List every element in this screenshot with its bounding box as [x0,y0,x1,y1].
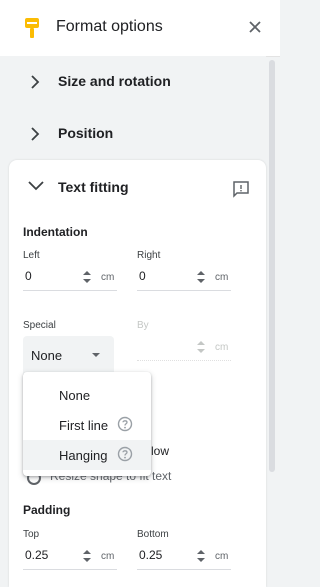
top-padding-label: Top [23,529,40,540]
bottom-padding-value[interactable]: 0.25 [139,548,162,562]
menu-item-label: None [59,388,91,403]
comment-icon[interactable] [232,180,250,198]
right-indent-field[interactable]: 0 cm [137,264,231,291]
menu-item-label: Hanging [59,448,108,463]
left-indent-value[interactable]: 0 [25,269,32,283]
section-position[interactable]: Position [0,108,266,160]
by-label: By [137,320,149,331]
help-icon[interactable] [117,416,133,432]
unit-label: cm [101,551,115,562]
panel-header: Format options [0,0,280,57]
chevron-right-icon [31,127,40,141]
scrollbar[interactable] [269,60,275,472]
unit-label: cm [215,342,229,353]
menu-item-first-line[interactable]: First line [23,410,151,440]
section-label: Position [58,125,114,141]
top-padding-field[interactable]: 0.25 cm [23,543,117,570]
unit-label: cm [215,551,229,562]
stepper-icon[interactable] [83,270,91,284]
help-icon[interactable] [117,446,133,462]
menu-item-hanging[interactable]: Hanging [23,440,151,470]
unit-label: cm [215,272,229,283]
stepper-icon[interactable] [197,549,205,563]
section-size-and-rotation[interactable]: Size and rotation [0,56,266,108]
panel-title: Format options [56,18,163,35]
special-indent-menu: None First line Hanging [23,372,151,476]
paint-format-icon [25,18,39,38]
special-indent-value[interactable]: None [31,348,62,363]
bottom-padding-label: Bottom [137,529,169,540]
menu-item-label: First line [59,418,109,433]
padding-heading: Padding [23,503,71,517]
bottom-padding-field[interactable]: 0.25 cm [137,543,231,570]
right-indent-value[interactable]: 0 [139,269,146,283]
chevron-right-icon [31,75,40,89]
special-indent-label: Special [23,320,56,331]
stepper-icon[interactable] [197,270,205,284]
unit-label: cm [101,272,115,283]
top-padding-value[interactable]: 0.25 [25,548,48,562]
stepper-icon[interactable] [83,549,91,563]
special-indent-dropdown[interactable]: None [23,336,114,375]
stepper-icon [197,341,205,353]
menu-item-none[interactable]: None [23,380,151,410]
right-indent-label: Right [137,250,161,261]
format-options-panel: Format options Size and rotation Positio… [0,0,280,587]
autofit-option-partial: low [151,444,170,458]
section-label: Size and rotation [58,73,171,89]
chevron-down-icon[interactable] [28,181,44,191]
by-field: cm [137,334,231,361]
section-label-text-fitting[interactable]: Text fitting [58,179,129,195]
left-indent-label: Left [23,250,40,261]
indentation-heading: Indentation [23,225,88,239]
left-indent-field[interactable]: 0 cm [23,264,117,291]
dropdown-arrow-icon[interactable] [92,353,100,357]
close-icon[interactable] [246,18,264,36]
